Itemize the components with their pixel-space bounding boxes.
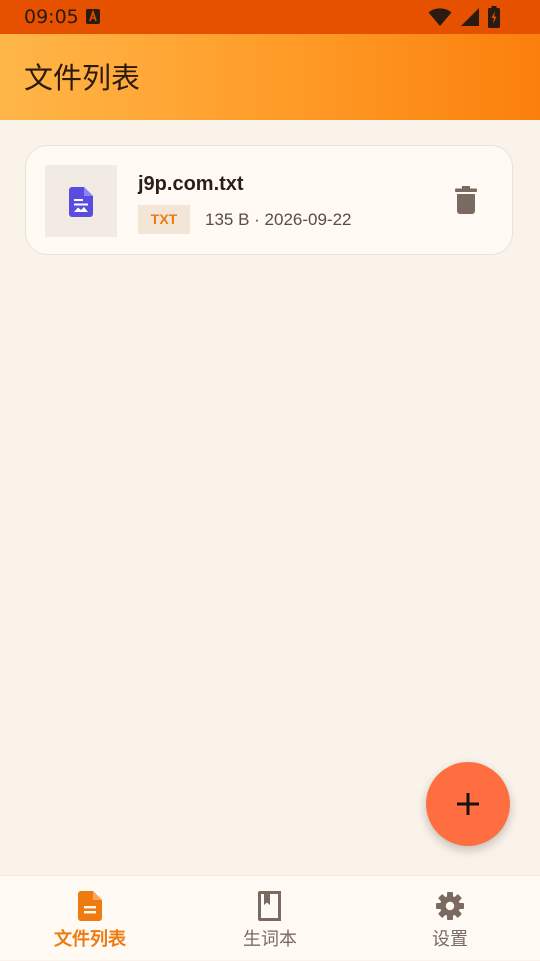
wifi-icon [428, 8, 452, 26]
status-bar: 09:05 [0, 0, 540, 34]
page-title: 文件列表 [24, 61, 141, 95]
file-list-item[interactable]: j9p.com.txt TXT 135 B · 2026-09-22 [25, 145, 513, 255]
plus-icon [457, 793, 479, 815]
nav-item-vocabulary[interactable]: 生词本 [180, 876, 360, 961]
accessibility-a-icon [86, 9, 100, 24]
status-time: 09:05 [24, 6, 79, 28]
file-name: j9p.com.txt [138, 173, 244, 195]
cellular-signal-icon [461, 8, 479, 26]
app-bar: 文件列表 [0, 34, 540, 120]
nav-item-settings[interactable]: 设置 [360, 876, 540, 961]
file-meta: 135 B · 2026-09-22 [205, 210, 352, 229]
add-file-button[interactable] [426, 762, 510, 846]
file-document-icon [78, 891, 102, 921]
nav-item-file-list[interactable]: 文件列表 [0, 876, 180, 961]
nav-label-vocabulary: 生词本 [243, 929, 297, 950]
book-icon [258, 891, 281, 921]
delete-button[interactable] [446, 180, 486, 220]
trash-icon [455, 186, 477, 214]
battery-charging-icon [488, 6, 500, 28]
nav-label-file-list: 文件列表 [54, 929, 126, 950]
file-type-badge: TXT [138, 205, 190, 234]
file-thumbnail [45, 165, 117, 237]
status-icons [428, 6, 500, 28]
nav-label-settings: 设置 [432, 929, 468, 950]
document-icon [69, 187, 93, 217]
gear-icon [436, 892, 464, 920]
bottom-navigation: 文件列表 生词本 设置 [0, 875, 540, 960]
